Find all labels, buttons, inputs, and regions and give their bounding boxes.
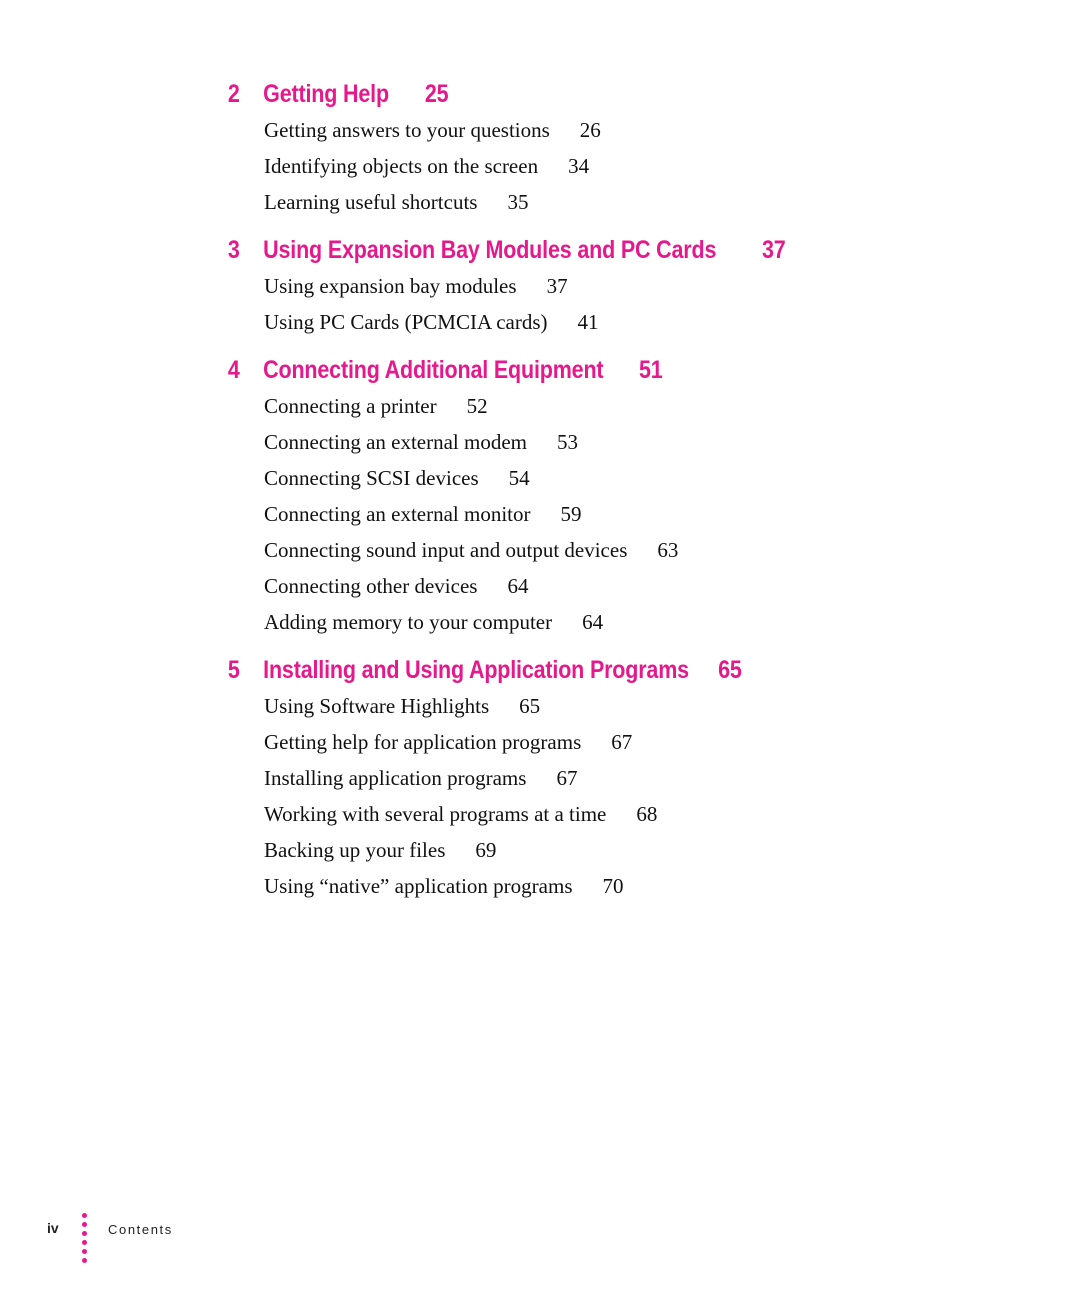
entry-page: 53 bbox=[557, 430, 579, 454]
page-number: iv bbox=[47, 1220, 59, 1236]
entry-page: 26 bbox=[579, 118, 601, 142]
entry-page: 34 bbox=[568, 154, 590, 178]
toc-entry[interactable]: Working with several programs at a time 6… bbox=[264, 802, 657, 832]
entry-title: Connecting an external modem bbox=[264, 430, 528, 454]
toc-entry[interactable]: Connecting an external modem 53 bbox=[264, 430, 578, 460]
dot bbox=[82, 1240, 87, 1245]
entry-page: 63 bbox=[657, 538, 679, 562]
entry-title: Learning useful shortcuts bbox=[264, 190, 478, 214]
toc-entry[interactable]: Backing up your files 69 bbox=[264, 838, 496, 868]
dot bbox=[82, 1249, 87, 1254]
chapter-title: Getting Help bbox=[263, 80, 389, 108]
toc-entry[interactable]: Connecting sound input and output device… bbox=[264, 538, 678, 568]
entry-title: Connecting an external monitor bbox=[264, 502, 531, 526]
toc-entry[interactable]: Using “native” application programs 70 bbox=[264, 874, 624, 904]
dot bbox=[82, 1213, 87, 1218]
dot bbox=[82, 1222, 87, 1227]
entry-title: Using expansion bay modules bbox=[264, 274, 517, 298]
entry-title: Using PC Cards (PCMCIA cards) bbox=[264, 310, 548, 334]
entry-title: Connecting sound input and output device… bbox=[264, 538, 628, 562]
entry-page: 64 bbox=[582, 610, 604, 634]
entry-title: Getting answers to your questions bbox=[264, 118, 550, 142]
toc-entry[interactable]: Learning useful shortcuts 35 bbox=[264, 190, 528, 220]
entry-page: 37 bbox=[546, 274, 568, 298]
entry-title: Backing up your files bbox=[264, 838, 446, 862]
entry-page: 52 bbox=[466, 394, 488, 418]
chapter-page: 25 bbox=[424, 80, 449, 108]
entry-page: 65 bbox=[519, 694, 541, 718]
entry-page: 67 bbox=[611, 730, 633, 754]
chapter-number: 4 bbox=[227, 356, 240, 384]
toc-entry[interactable]: Using Software Highlights 65 bbox=[264, 694, 540, 724]
toc-entry[interactable]: Using expansion bay modules 37 bbox=[264, 274, 568, 304]
chapter-number: 2 bbox=[227, 80, 240, 108]
entry-page: 69 bbox=[475, 838, 497, 862]
chapter-page: 65 bbox=[718, 656, 742, 684]
dot bbox=[82, 1231, 87, 1236]
toc-entry[interactable]: Identifying objects on the screen 34 bbox=[264, 154, 589, 184]
toc-entry[interactable]: Connecting an external monitor 59 bbox=[264, 502, 582, 532]
entry-page: 70 bbox=[602, 874, 624, 898]
toc-entry[interactable]: Connecting a printer 52 bbox=[264, 394, 488, 424]
entry-title: Installing application programs bbox=[264, 766, 527, 790]
toc-entry[interactable]: Getting help for application programs 67 bbox=[264, 730, 632, 760]
entry-title: Adding memory to your computer bbox=[264, 610, 553, 634]
chapter-title: Connecting Additional Equipment bbox=[263, 356, 604, 384]
entry-page: 54 bbox=[508, 466, 530, 490]
toc-entry[interactable]: Connecting SCSI devices 54 bbox=[264, 466, 530, 496]
entry-page: 41 bbox=[577, 310, 599, 334]
section-label: Contents bbox=[108, 1222, 173, 1237]
toc-entry[interactable]: Using PC Cards (PCMCIA cards) 41 bbox=[264, 310, 599, 340]
entry-title: Connecting other devices bbox=[264, 574, 478, 598]
entry-title: Identifying objects on the screen bbox=[264, 154, 539, 178]
chapter-number: 5 bbox=[227, 656, 240, 684]
entry-title: Using Software Highlights bbox=[264, 694, 490, 718]
entry-page: 35 bbox=[507, 190, 529, 214]
toc-entry[interactable]: Adding memory to your computer 64 bbox=[264, 610, 603, 640]
entry-page: 59 bbox=[560, 502, 582, 526]
toc-entry[interactable]: Connecting other devices 64 bbox=[264, 574, 528, 604]
entry-title: Connecting SCSI devices bbox=[264, 466, 479, 490]
entry-page: 64 bbox=[507, 574, 529, 598]
entry-title: Getting help for application programs bbox=[264, 730, 582, 754]
entry-page: 67 bbox=[556, 766, 578, 790]
entry-title: Using “native” application programs bbox=[264, 874, 573, 898]
chapter-number: 3 bbox=[227, 236, 240, 264]
chapter-page: 37 bbox=[761, 236, 786, 264]
toc-entry[interactable]: Getting answers to your questions 26 bbox=[264, 118, 601, 148]
entry-title: Connecting a printer bbox=[264, 394, 437, 418]
chapter-page: 51 bbox=[638, 356, 663, 384]
chapter-title: Installing and Using Application Program… bbox=[263, 656, 689, 684]
chapter-title: Using Expansion Bay Modules and PC Cards bbox=[263, 236, 717, 264]
toc-entry[interactable]: Installing application programs 67 bbox=[264, 766, 577, 796]
dot bbox=[82, 1258, 87, 1263]
entry-title: Working with several programs at a time bbox=[264, 802, 607, 826]
dotted-rule-icon bbox=[82, 1213, 88, 1263]
entry-page: 68 bbox=[636, 802, 658, 826]
